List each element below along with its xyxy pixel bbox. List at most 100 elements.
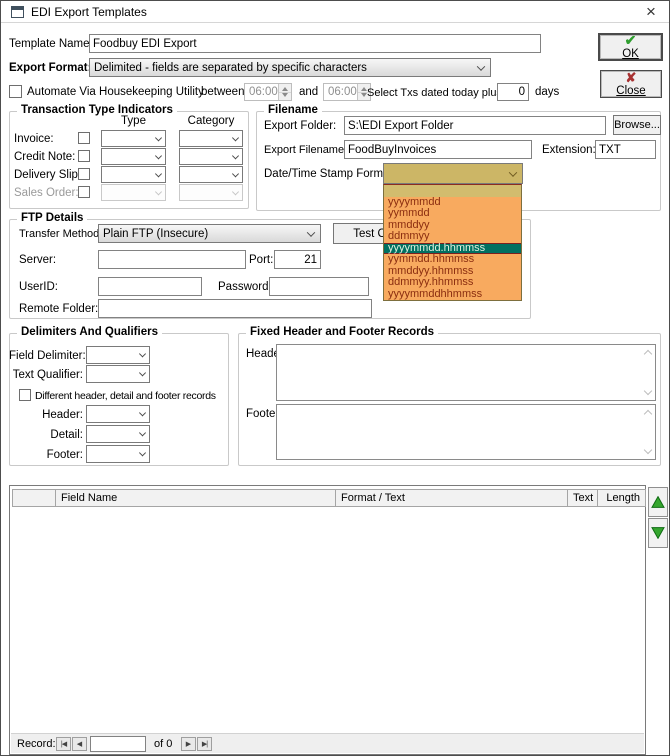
delim-detail-label: Detail:: [50, 429, 83, 441]
credit-note-category-select[interactable]: [179, 148, 243, 165]
dropdown-option[interactable]: yymmdd.hhmmss: [384, 253, 521, 266]
move-row-up-button[interactable]: [648, 487, 668, 517]
ftp-details-group-title: FTP Details: [17, 212, 88, 224]
record-next-button[interactable]: [181, 737, 196, 751]
chevron-down-icon: [231, 151, 240, 159]
port-input[interactable]: [274, 250, 321, 269]
different-records-checkbox[interactable]: [19, 389, 31, 401]
invoice-category-select[interactable]: [179, 130, 243, 147]
select-txs-label: Select Txs dated today plus: [367, 87, 502, 99]
chevron-down-icon: [138, 409, 147, 417]
invoice-type-select[interactable]: [101, 130, 166, 147]
between-label: between: [201, 86, 245, 98]
between-time-value: 06:00: [249, 86, 278, 98]
dropdown-option[interactable]: yyyymmddhhmmss: [384, 288, 521, 301]
remote-folder-input[interactable]: [98, 299, 372, 318]
scroll-down-icon: [643, 445, 653, 455]
delim-footer-select[interactable]: [86, 445, 150, 463]
titlebar-close-icon: [646, 8, 656, 20]
field-delimiter-select[interactable]: [86, 346, 150, 364]
export-folder-input[interactable]: [344, 116, 606, 135]
chevron-down-icon: [154, 151, 163, 159]
server-label: Server:: [19, 254, 57, 266]
delivery-slip-category-select[interactable]: [179, 166, 243, 183]
chevron-down-icon: [476, 61, 486, 71]
sales-order-label: Sales Order:: [14, 187, 79, 199]
delivery-slip-label: Delivery Slip:: [14, 169, 82, 181]
between-time-spinner: 06:00: [244, 83, 292, 101]
record-prev-icon: [77, 740, 82, 748]
chevron-down-icon: [306, 227, 316, 237]
sales-order-type-select: [101, 184, 166, 201]
export-format-value: Delimited - fields are separated by spec…: [94, 61, 367, 74]
browse-button[interactable]: Browse...: [613, 115, 661, 135]
export-format-select[interactable]: Delimited - fields are separated by spec…: [89, 58, 491, 77]
delim-detail-select[interactable]: [86, 425, 150, 443]
chevron-down-icon: [154, 169, 163, 177]
password-input[interactable]: [269, 277, 369, 296]
dropdown-option[interactable]: ddmmyy.hhmmss: [384, 276, 521, 289]
credit-note-checkbox[interactable]: [78, 150, 90, 162]
fixed-header-textarea[interactable]: [276, 344, 656, 401]
dropdown-option[interactable]: ddmmyy: [384, 230, 521, 243]
different-records-label: Different header, detail and footer reco…: [35, 390, 216, 402]
invoice-checkbox[interactable]: [78, 132, 90, 144]
move-row-down-button[interactable]: [648, 518, 668, 548]
spin-down-icon: [282, 93, 288, 97]
spinner-buttons: [278, 84, 291, 100]
grid-header-format-text: Format / Text: [336, 489, 568, 507]
userid-input[interactable]: [98, 277, 202, 296]
record-first-button[interactable]: [56, 737, 71, 751]
transfer-method-select[interactable]: Plain FTP (Insecure): [98, 224, 321, 243]
transfer-method-value: Plain FTP (Insecure): [103, 227, 209, 240]
delivery-slip-checkbox[interactable]: [78, 168, 90, 180]
scroll-up-icon: [643, 409, 653, 419]
record-last-button[interactable]: [197, 737, 212, 751]
delivery-slip-type-select[interactable]: [101, 166, 166, 183]
record-number-input[interactable]: [90, 736, 146, 752]
template-name-input[interactable]: [89, 34, 541, 53]
record-next-icon: [186, 740, 191, 748]
ok-button[interactable]: OK: [598, 33, 663, 61]
chevron-down-icon: [154, 133, 163, 141]
sales-order-category-select: [179, 184, 243, 201]
delim-header-select[interactable]: [86, 405, 150, 423]
chevron-down-icon: [138, 369, 147, 377]
titlebar: EDI Export Templates: [1, 1, 669, 23]
remote-folder-label: Remote Folder:: [19, 303, 99, 315]
close-button[interactable]: Close: [600, 70, 662, 98]
and-time-value: 06:00: [328, 86, 357, 98]
scroll-up-icon: [643, 349, 653, 359]
port-label: Port:: [249, 254, 274, 266]
fixed-footer-textarea[interactable]: [276, 404, 656, 460]
text-qualifier-select[interactable]: [86, 365, 150, 383]
template-name-label: Template Name:: [9, 38, 93, 50]
record-prev-button[interactable]: [72, 737, 87, 751]
category-column-header: Category: [187, 115, 235, 127]
fields-grid: Field Name Format / Text Text Length Rec…: [9, 485, 646, 755]
days-input[interactable]: [497, 83, 529, 101]
extension-input[interactable]: [595, 140, 656, 159]
server-input[interactable]: [98, 250, 246, 269]
close-x-icon: [626, 72, 637, 85]
field-delimiter-label: Field Delimiter:: [9, 350, 86, 362]
grid-header-row: Field Name Format / Text Text Length: [12, 489, 646, 507]
grid-header-indicator: [12, 489, 56, 507]
datetime-format-select[interactable]: [383, 163, 523, 184]
text-qualifier-label: Text Qualifier:: [12, 369, 83, 381]
export-filename-input[interactable]: [344, 140, 532, 159]
chevron-down-icon: [138, 449, 147, 457]
extension-label: Extension:: [542, 144, 596, 156]
dropdown-option[interactable]: [384, 185, 521, 197]
ok-check-icon: [625, 34, 637, 48]
sales-order-checkbox[interactable]: [78, 186, 90, 198]
record-first-icon: [61, 740, 66, 748]
scroll-down-icon: [643, 386, 653, 396]
fixed-records-group-title: Fixed Header and Footer Records: [246, 326, 439, 338]
credit-note-type-select[interactable]: [101, 148, 166, 165]
dropdown-option[interactable]: yymmdd: [384, 207, 521, 220]
titlebar-close-button[interactable]: [641, 2, 661, 22]
delim-header-label: Header:: [42, 409, 83, 421]
invoice-label: Invoice:: [14, 133, 54, 145]
automate-checkbox[interactable]: [9, 85, 22, 98]
